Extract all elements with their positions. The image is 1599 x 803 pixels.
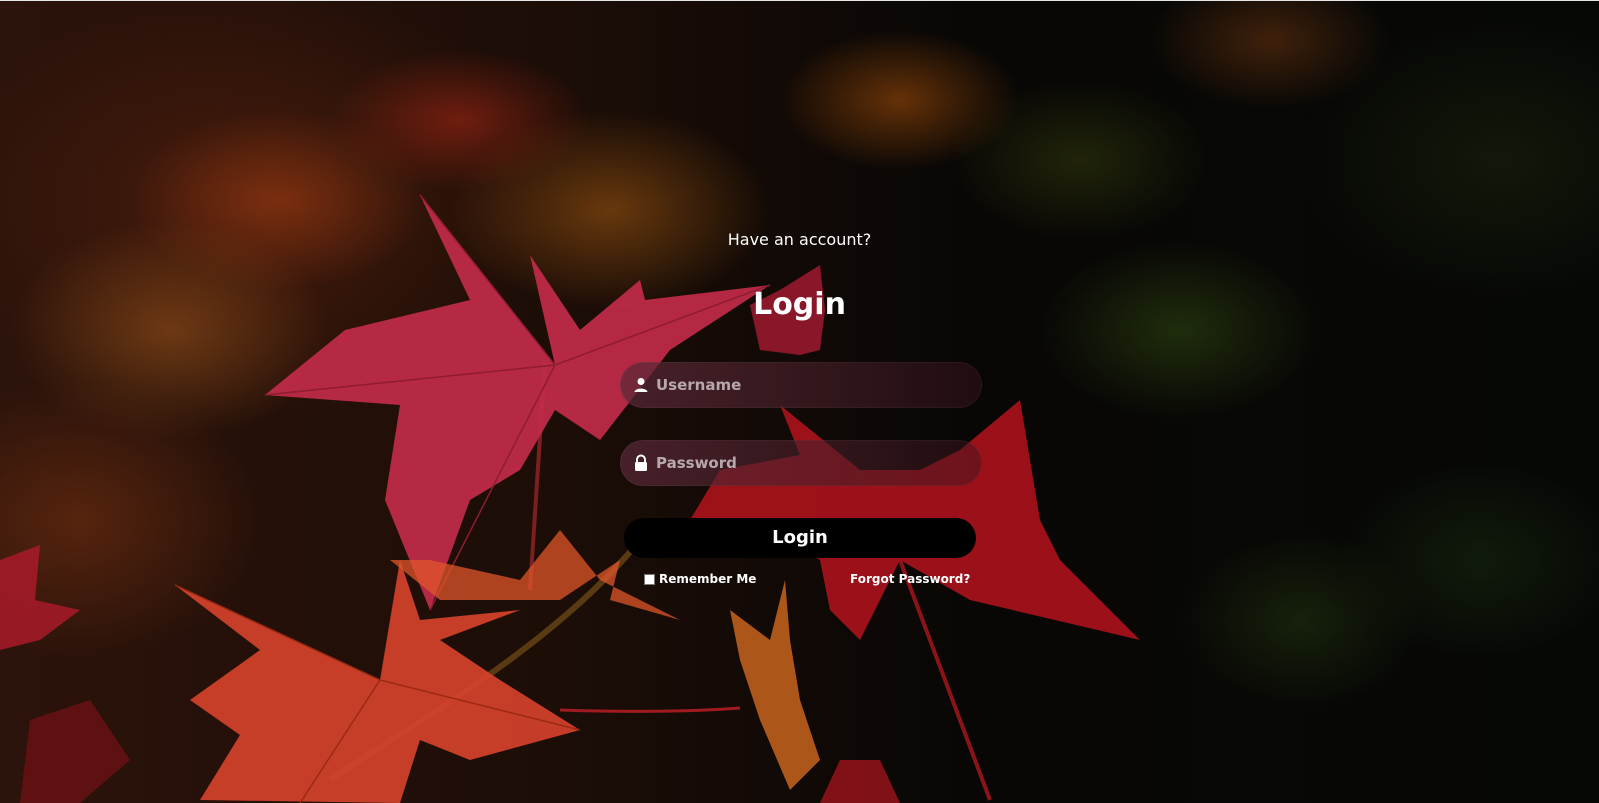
remember-me-option[interactable]: Remember Me — [644, 570, 756, 588]
username-input[interactable] — [656, 362, 966, 408]
forgot-password-link[interactable]: Forgot Password? — [850, 570, 970, 588]
password-input[interactable] — [656, 440, 966, 486]
lock-icon — [632, 454, 650, 472]
page-title: Login — [753, 287, 846, 322]
username-field — [620, 362, 982, 408]
user-icon — [632, 376, 650, 394]
window-top-border — [0, 0, 1599, 1]
form-subtitle: Have an account? — [727, 230, 872, 249]
login-form: Have an account? Login Login — [0, 0, 1599, 803]
remember-me-label: Remember Me — [659, 572, 757, 586]
login-button[interactable]: Login — [624, 518, 976, 558]
password-field — [620, 440, 982, 486]
remember-me-checkbox[interactable] — [644, 573, 655, 585]
login-page: Have an account? Login Login — [0, 0, 1599, 803]
